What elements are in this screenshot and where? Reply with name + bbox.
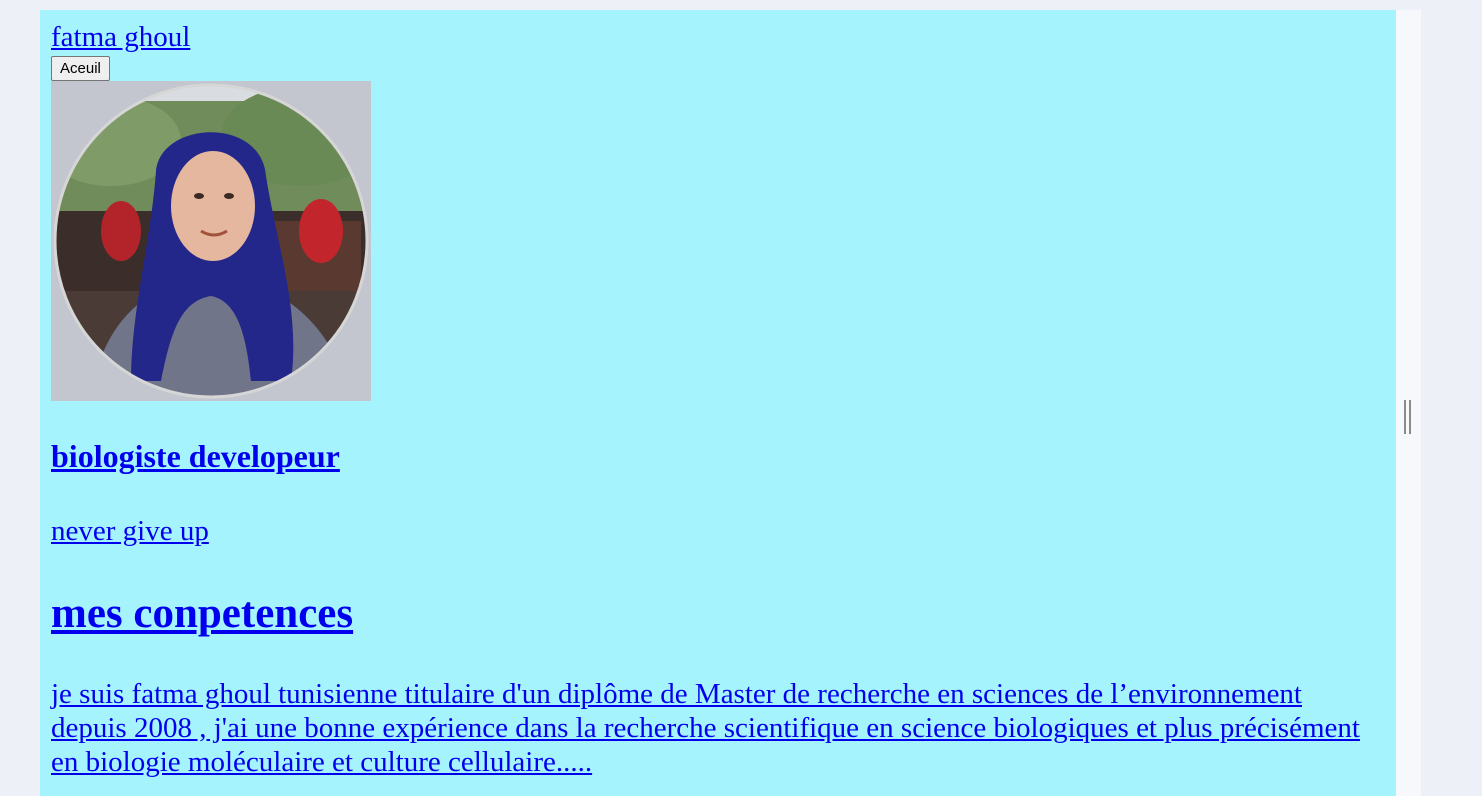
bio-link[interactable]: je suis fatma ghoul tunisienne titulaire…	[51, 678, 1360, 778]
scrollbar-grip[interactable]	[1404, 400, 1412, 434]
portfolio-page: fatma ghoul Aceuil biologiste developeur…	[40, 10, 1396, 796]
motto-link[interactable]: never give up	[51, 515, 209, 547]
skills-title-link[interactable]: mes conpetences	[51, 590, 353, 637]
home-button[interactable]: Aceuil	[51, 56, 110, 81]
role-heading-link[interactable]: biologiste developeur	[51, 438, 340, 474]
browser-viewport: fatma ghoul Aceuil biologiste developeur…	[40, 10, 1421, 796]
brand-link[interactable]: fatma ghoul	[51, 18, 190, 56]
profile-photo	[51, 81, 371, 401]
